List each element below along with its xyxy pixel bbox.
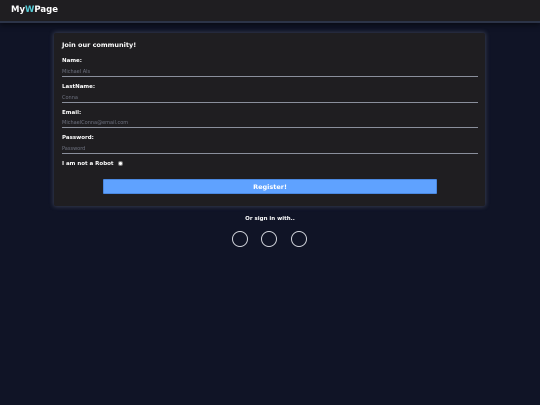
or-sign-in-text: Or sign in with.. xyxy=(245,216,295,222)
brand-logo[interactable]: MyWPage xyxy=(11,5,58,16)
form-title: Join our community! xyxy=(62,41,137,49)
social-circle-icon[interactable] xyxy=(232,231,248,247)
lastname-input[interactable] xyxy=(62,93,478,103)
register-button[interactable]: Register! xyxy=(103,179,437,194)
password-input[interactable] xyxy=(62,144,478,154)
name-input[interactable] xyxy=(62,67,478,77)
lastname-label: LastName: xyxy=(62,84,96,90)
password-label: Password: xyxy=(62,135,94,141)
brand-suffix: Page xyxy=(34,5,58,15)
email-label: Email: xyxy=(62,110,82,116)
robot-label: I am not a Robot xyxy=(62,160,114,167)
social-circle-icon[interactable] xyxy=(261,231,277,247)
robot-check-row: I am not a Robot xyxy=(62,159,123,168)
signup-card: Join our community! Name: LastName: Emai… xyxy=(54,33,485,206)
brand-accent: W xyxy=(25,5,35,15)
brand-prefix: My xyxy=(11,5,25,15)
email-input[interactable] xyxy=(62,118,478,128)
navbar: MyWPage xyxy=(0,0,540,23)
social-circle-icon[interactable] xyxy=(291,231,307,247)
robot-checkbox[interactable] xyxy=(117,161,123,166)
name-label: Name: xyxy=(62,58,82,64)
